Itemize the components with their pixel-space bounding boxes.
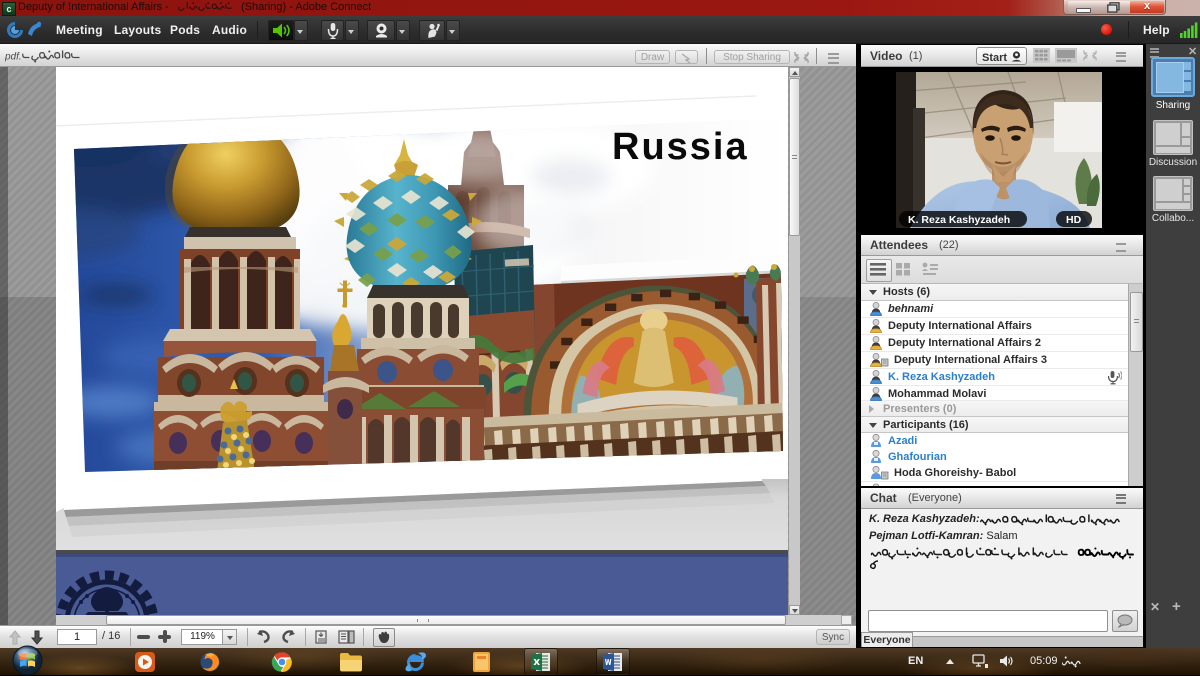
- svg-text:HD: HD: [1066, 214, 1082, 226]
- svg-text:K. Reza Kashyzadeh: K. Reza Kashyzadeh: [908, 214, 1010, 226]
- svg-text:Russia: Russia: [612, 126, 749, 168]
- svg-text:pdf.: pdf.: [5, 52, 22, 63]
